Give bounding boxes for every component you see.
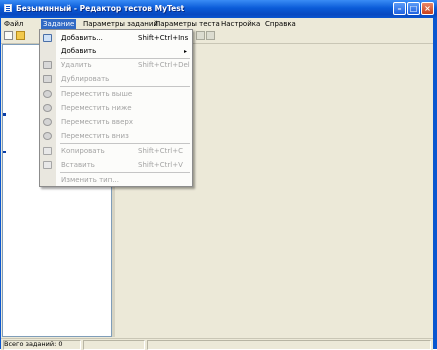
save-icon[interactable] bbox=[206, 31, 215, 40]
menu-item-move-bottom[interactable]: Переместить вниз bbox=[40, 129, 192, 143]
menu-item-copy[interactable]: Копировать Shift+Ctrl+C bbox=[40, 144, 192, 158]
menu-file[interactable]: Файл bbox=[2, 19, 25, 29]
menu-item-label: Переместить вверх bbox=[61, 118, 133, 126]
menu-item-label: Добавить... bbox=[61, 34, 103, 42]
menu-settings[interactable]: Настройка bbox=[219, 19, 262, 29]
menu-item-label: Переместить вниз bbox=[61, 132, 129, 140]
menu-item-add-dialog[interactable]: Добавить... Shift+Ctrl+Ins bbox=[40, 31, 192, 45]
menu-task[interactable]: Задание bbox=[41, 19, 77, 29]
menu-item-label: Дублировать bbox=[61, 75, 110, 83]
menu-item-shortcut: Shift+Ctrl+Del bbox=[138, 61, 190, 69]
menu-item-change-type[interactable]: Изменить тип... bbox=[40, 173, 192, 187]
menu-test-params[interactable]: Параметры теста bbox=[153, 19, 222, 29]
window-border bbox=[0, 18, 1, 349]
menu-item-label: Вставить bbox=[61, 161, 95, 169]
editor-window: Безымянный - Редактор тестов MyTest – □ … bbox=[0, 0, 437, 350]
delete-task-icon bbox=[43, 61, 52, 69]
status-bar: Всего заданий: 0 bbox=[1, 338, 433, 350]
paste-icon bbox=[43, 161, 52, 169]
open-folder-icon[interactable] bbox=[16, 31, 25, 40]
window-border bbox=[433, 18, 437, 349]
task-dropdown-menu: Добавить... Shift+Ctrl+Ins Добавить ▸ Уд… bbox=[39, 29, 193, 187]
menu-item-label: Изменить тип... bbox=[61, 176, 119, 184]
menu-item-label: Добавить bbox=[61, 47, 97, 55]
new-document-icon[interactable] bbox=[4, 31, 13, 40]
menu-help[interactable]: Справка bbox=[263, 19, 298, 29]
copy-icon bbox=[43, 147, 52, 155]
menu-item-shortcut: Shift+Ctrl+V bbox=[138, 161, 183, 169]
menu-task-params[interactable]: Параметры заданий bbox=[81, 19, 160, 29]
menu-item-move-up[interactable]: Переместить выше bbox=[40, 87, 192, 101]
arrow-bottom-icon bbox=[43, 132, 52, 140]
menu-bar: Файл Задание Параметры заданий Параметры… bbox=[0, 18, 437, 29]
menu-item-label: Переместить выше bbox=[61, 90, 133, 98]
app-icon[interactable] bbox=[4, 4, 12, 12]
list-marker bbox=[3, 113, 6, 116]
tasks-count: Всего заданий: 0 bbox=[4, 340, 63, 348]
menu-item-label: Переместить ниже bbox=[61, 104, 132, 112]
menu-item-shortcut: Shift+Ctrl+Ins bbox=[138, 34, 189, 42]
duplicate-task-icon bbox=[43, 75, 52, 83]
arrow-top-icon bbox=[43, 118, 52, 126]
menu-item-shortcut: Shift+Ctrl+C bbox=[138, 147, 183, 155]
move-icon[interactable] bbox=[196, 31, 205, 40]
minimize-button[interactable]: – bbox=[393, 2, 406, 15]
add-task-icon bbox=[43, 34, 52, 42]
menu-item-label: Удалить bbox=[61, 61, 92, 69]
title-bar[interactable]: Безымянный - Редактор тестов MyTest – □ … bbox=[0, 0, 437, 18]
list-marker bbox=[3, 151, 6, 153]
menu-item-label: Копировать bbox=[61, 147, 105, 155]
close-button[interactable]: × bbox=[421, 2, 434, 15]
menu-item-move-top[interactable]: Переместить вверх bbox=[40, 115, 192, 129]
menu-item-move-down[interactable]: Переместить ниже bbox=[40, 101, 192, 115]
menu-item-duplicate[interactable]: Дублировать bbox=[40, 72, 192, 86]
window-title: Безымянный - Редактор тестов MyTest bbox=[16, 4, 185, 13]
maximize-button[interactable]: □ bbox=[407, 2, 420, 15]
arrow-down-icon bbox=[43, 104, 52, 112]
submenu-arrow-icon: ▸ bbox=[183, 48, 187, 55]
menu-item-delete[interactable]: Удалить Shift+Ctrl+Del bbox=[40, 58, 192, 72]
arrow-up-icon bbox=[43, 90, 52, 98]
menu-item-paste[interactable]: Вставить Shift+Ctrl+V bbox=[40, 158, 192, 172]
menu-item-add-submenu[interactable]: Добавить ▸ bbox=[40, 44, 192, 58]
